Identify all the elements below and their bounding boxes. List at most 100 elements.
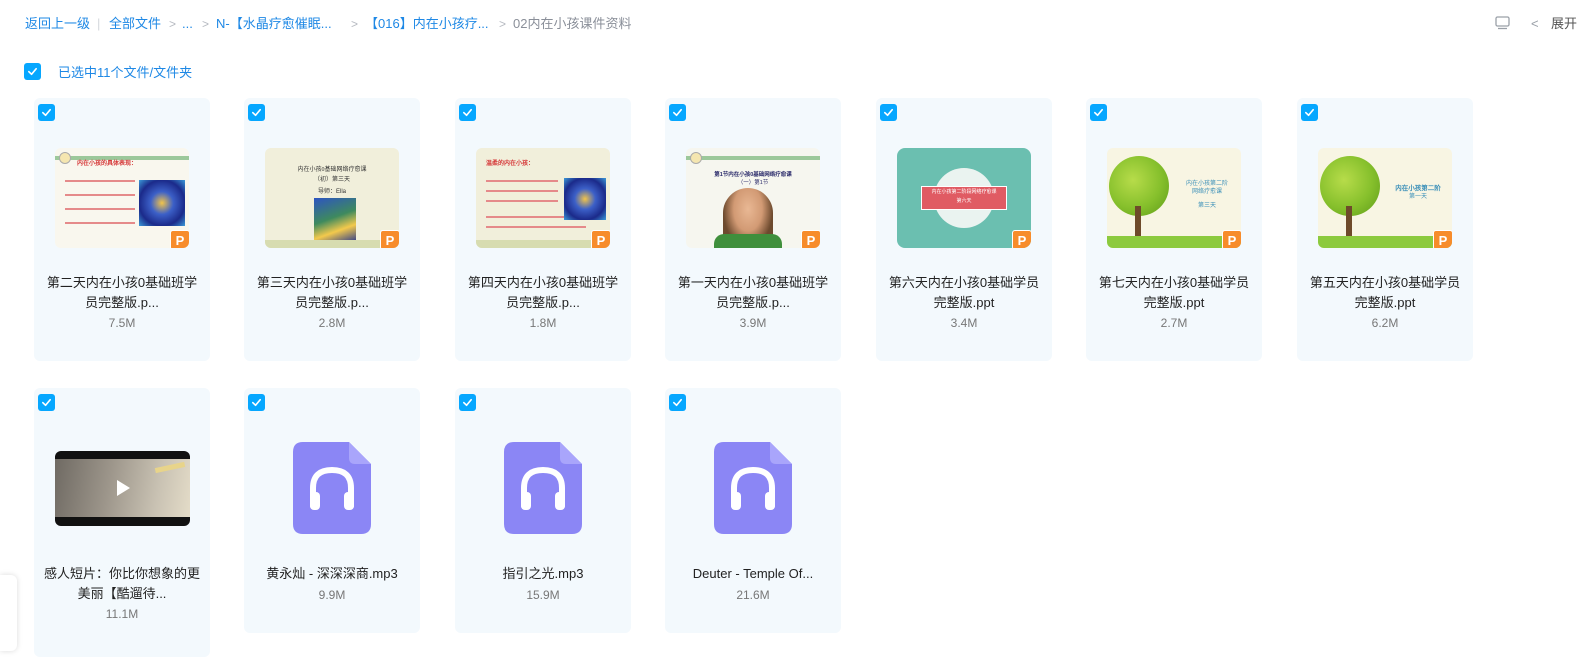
- file-checkbox[interactable]: [459, 394, 476, 411]
- breadcrumb-separator-icon: >: [202, 17, 210, 31]
- view-toggle-icon[interactable]: [1495, 16, 1510, 34]
- file-card[interactable]: 内在小孩第二阶 网络疗愈课 第三天 P 第七天内在小孩0基础学员 完整版.ppt…: [1086, 98, 1262, 361]
- file-name-line: 第三天内在小孩0基础班学: [256, 275, 408, 290]
- file-name-line: 美丽【酷遛待...: [77, 586, 167, 601]
- file-checkbox[interactable]: [248, 104, 265, 121]
- thumb-title: 内在小孩第二阶段网络疗愈课: [931, 189, 997, 195]
- file-card[interactable]: 黄永灿 - 深深深商.mp3 9.9M: [244, 388, 420, 633]
- file-name: 第三天内在小孩0基础班学 员完整版.p...: [250, 273, 414, 313]
- file-name-line: 指引之光.mp3: [502, 566, 584, 581]
- file-name-line: 第二天内在小孩0基础班学: [46, 275, 198, 290]
- file-size: 7.5M: [108, 316, 136, 330]
- file-card[interactable]: 内在小孩0基础网络疗愈课 （初）第三天 导师：Ella P 第三天内在小孩0基础…: [244, 98, 420, 361]
- file-name: 感人短片：你比你想象的更 美丽【酷遛待...: [40, 564, 204, 604]
- file-name-line: 感人短片：你比你想象的更: [43, 566, 200, 581]
- breadcrumb-divider: |: [97, 16, 101, 31]
- breadcrumb-current: 02内在小孩课件资料: [513, 16, 632, 31]
- breadcrumb-separator-icon: >: [169, 17, 177, 31]
- ppt-file-icon: P: [170, 230, 189, 248]
- ppt-thumbnail: 内在小孩第二阶 网络疗愈课 第三天 P: [1107, 148, 1241, 248]
- ppt-thumbnail: 第1节内在小孩0基础网络疗愈课 （一）第1节 P: [686, 148, 820, 248]
- file-card[interactable]: 温柔的内在小孩： P 第四天内在小孩0基础班学 员完整版.p... 1.8M: [455, 98, 631, 361]
- ppt-thumbnail: 内在小孩第二阶段网络疗愈课 第六天 P: [897, 148, 1031, 248]
- ppt-file-icon: P: [1433, 230, 1452, 248]
- file-size: 3.4M: [950, 316, 978, 330]
- file-checkbox[interactable]: [669, 104, 686, 121]
- file-card[interactable]: 内在小孩第二阶 第一天 P 第五天内在小孩0基础学员 完整版.ppt 6.2M: [1297, 98, 1473, 361]
- ppt-file-icon: P: [801, 230, 820, 248]
- selection-bar: 已选中11个文件/文件夹: [24, 61, 192, 81]
- file-name-line: 第六天内在小孩0基础学员: [888, 275, 1040, 290]
- play-icon[interactable]: [111, 477, 133, 499]
- file-card[interactable]: 第1节内在小孩0基础网络疗愈课 （一）第1节 P 第一天内在小孩0基础班学 员完…: [665, 98, 841, 361]
- file-name: 第六天内在小孩0基础学员 完整版.ppt: [882, 273, 1046, 313]
- thumb-subtitle: （一）第1节: [737, 180, 769, 186]
- ppt-file-icon: P: [380, 230, 399, 248]
- file-name-line: 第四天内在小孩0基础班学: [467, 275, 619, 290]
- video-thumbnail: [55, 451, 190, 526]
- file-checkbox[interactable]: [1301, 104, 1318, 121]
- file-name-line: 员完整版.p...: [295, 295, 369, 310]
- file-name: 第一天内在小孩0基础班学 员完整版.p...: [671, 273, 835, 313]
- file-name-line: 第一天内在小孩0基础班学: [677, 275, 829, 290]
- audio-file-icon: [293, 442, 371, 534]
- file-card[interactable]: 感人短片：你比你想象的更 美丽【酷遛待... 11.1M: [34, 388, 210, 657]
- file-size: 6.2M: [1371, 316, 1399, 330]
- thumb-teacher: 导师：Ella: [317, 189, 346, 195]
- thumb-title: 温柔的内在小孩：: [486, 161, 535, 167]
- thumb-day: 第三天: [1197, 203, 1216, 209]
- breadcrumb-separator-icon: >: [499, 17, 507, 31]
- thumb-subtitle: （初）第三天: [313, 177, 350, 183]
- thumb-subtitle: 第一天: [1408, 194, 1427, 200]
- chevron-left-icon[interactable]: <: [1531, 16, 1539, 32]
- file-size: 15.9M: [526, 588, 560, 602]
- file-name-line: 完整版.ppt: [1354, 295, 1416, 310]
- ppt-thumbnail: 温柔的内在小孩： P: [476, 148, 610, 248]
- file-name: 黄永灿 - 深深深商.mp3: [250, 564, 414, 584]
- file-checkbox[interactable]: [459, 104, 476, 121]
- file-card[interactable]: Deuter - Temple Of... 21.6M: [665, 388, 841, 633]
- file-name-line: 黄永灿 - 深深深商.mp3: [266, 566, 398, 581]
- back-link[interactable]: 返回上一级: [25, 16, 90, 32]
- file-checkbox[interactable]: [1090, 104, 1107, 121]
- breadcrumb-separator-icon: >: [351, 17, 359, 31]
- file-name-line: 员完整版.p...: [506, 295, 580, 310]
- expand-button[interactable]: 展开: [1551, 16, 1577, 32]
- file-card[interactable]: 指引之光.mp3 15.9M: [455, 388, 631, 633]
- ppt-thumbnail: 内在小孩的具体表现： P: [55, 148, 189, 248]
- file-checkbox[interactable]: [38, 394, 55, 411]
- select-all-checkbox[interactable]: [24, 62, 41, 80]
- audio-file-icon: [714, 442, 792, 534]
- file-name-line: 完整版.ppt: [1143, 295, 1205, 310]
- file-checkbox[interactable]: [248, 394, 265, 411]
- file-checkbox[interactable]: [669, 394, 686, 411]
- thumb-subtitle: 网络疗愈课: [1191, 189, 1222, 195]
- selection-count-label: 已选中11个文件/文件夹: [58, 64, 193, 80]
- file-size: 1.8M: [529, 316, 557, 330]
- breadcrumb-all-files[interactable]: 全部文件: [109, 16, 161, 32]
- file-name-line: 第七天内在小孩0基础学员: [1098, 275, 1250, 290]
- thumb-title: 第1节内在小孩0基础网络疗愈课: [714, 172, 792, 178]
- file-name-line: 完整版.ppt: [933, 295, 995, 310]
- breadcrumb: 返回上一级 | 全部文件 > ... > N-【水晶疗愈催眠... > 【016…: [0, 0, 1583, 48]
- file-card[interactable]: 内在小孩的具体表现： P 第二天内在小孩0基础班学 员完整版.p... 7.5M: [34, 98, 210, 361]
- breadcrumb-folder-1[interactable]: N-【水晶疗愈催眠...: [216, 16, 332, 32]
- file-size: 21.6M: [736, 588, 770, 602]
- thumb-title: 内在小孩的具体表现：: [77, 161, 138, 167]
- ppt-thumbnail: 内在小孩0基础网络疗愈课 （初）第三天 导师：Ella P: [265, 148, 399, 248]
- file-name-line: Deuter - Temple Of...: [692, 566, 814, 581]
- file-size: 2.8M: [318, 316, 346, 330]
- file-name: 第二天内在小孩0基础班学 员完整版.p...: [40, 273, 204, 313]
- file-size: 9.9M: [318, 588, 346, 602]
- thumb-subtitle: 第六天: [956, 198, 972, 204]
- breadcrumb-folder-2[interactable]: 【016】内在小孩疗...: [365, 16, 489, 32]
- file-name: 指引之光.mp3: [461, 564, 625, 584]
- file-checkbox[interactable]: [38, 104, 55, 121]
- file-checkbox[interactable]: [880, 104, 897, 121]
- ppt-file-icon: P: [1012, 230, 1031, 248]
- file-card[interactable]: 内在小孩第二阶段网络疗愈课 第六天 P 第六天内在小孩0基础学员 完整版.ppt…: [876, 98, 1052, 361]
- floating-side-panel[interactable]: [0, 575, 17, 651]
- file-name: Deuter - Temple Of...: [671, 564, 835, 584]
- breadcrumb-ellipsis[interactable]: ...: [182, 16, 193, 32]
- file-name: 第七天内在小孩0基础学员 完整版.ppt: [1092, 273, 1256, 313]
